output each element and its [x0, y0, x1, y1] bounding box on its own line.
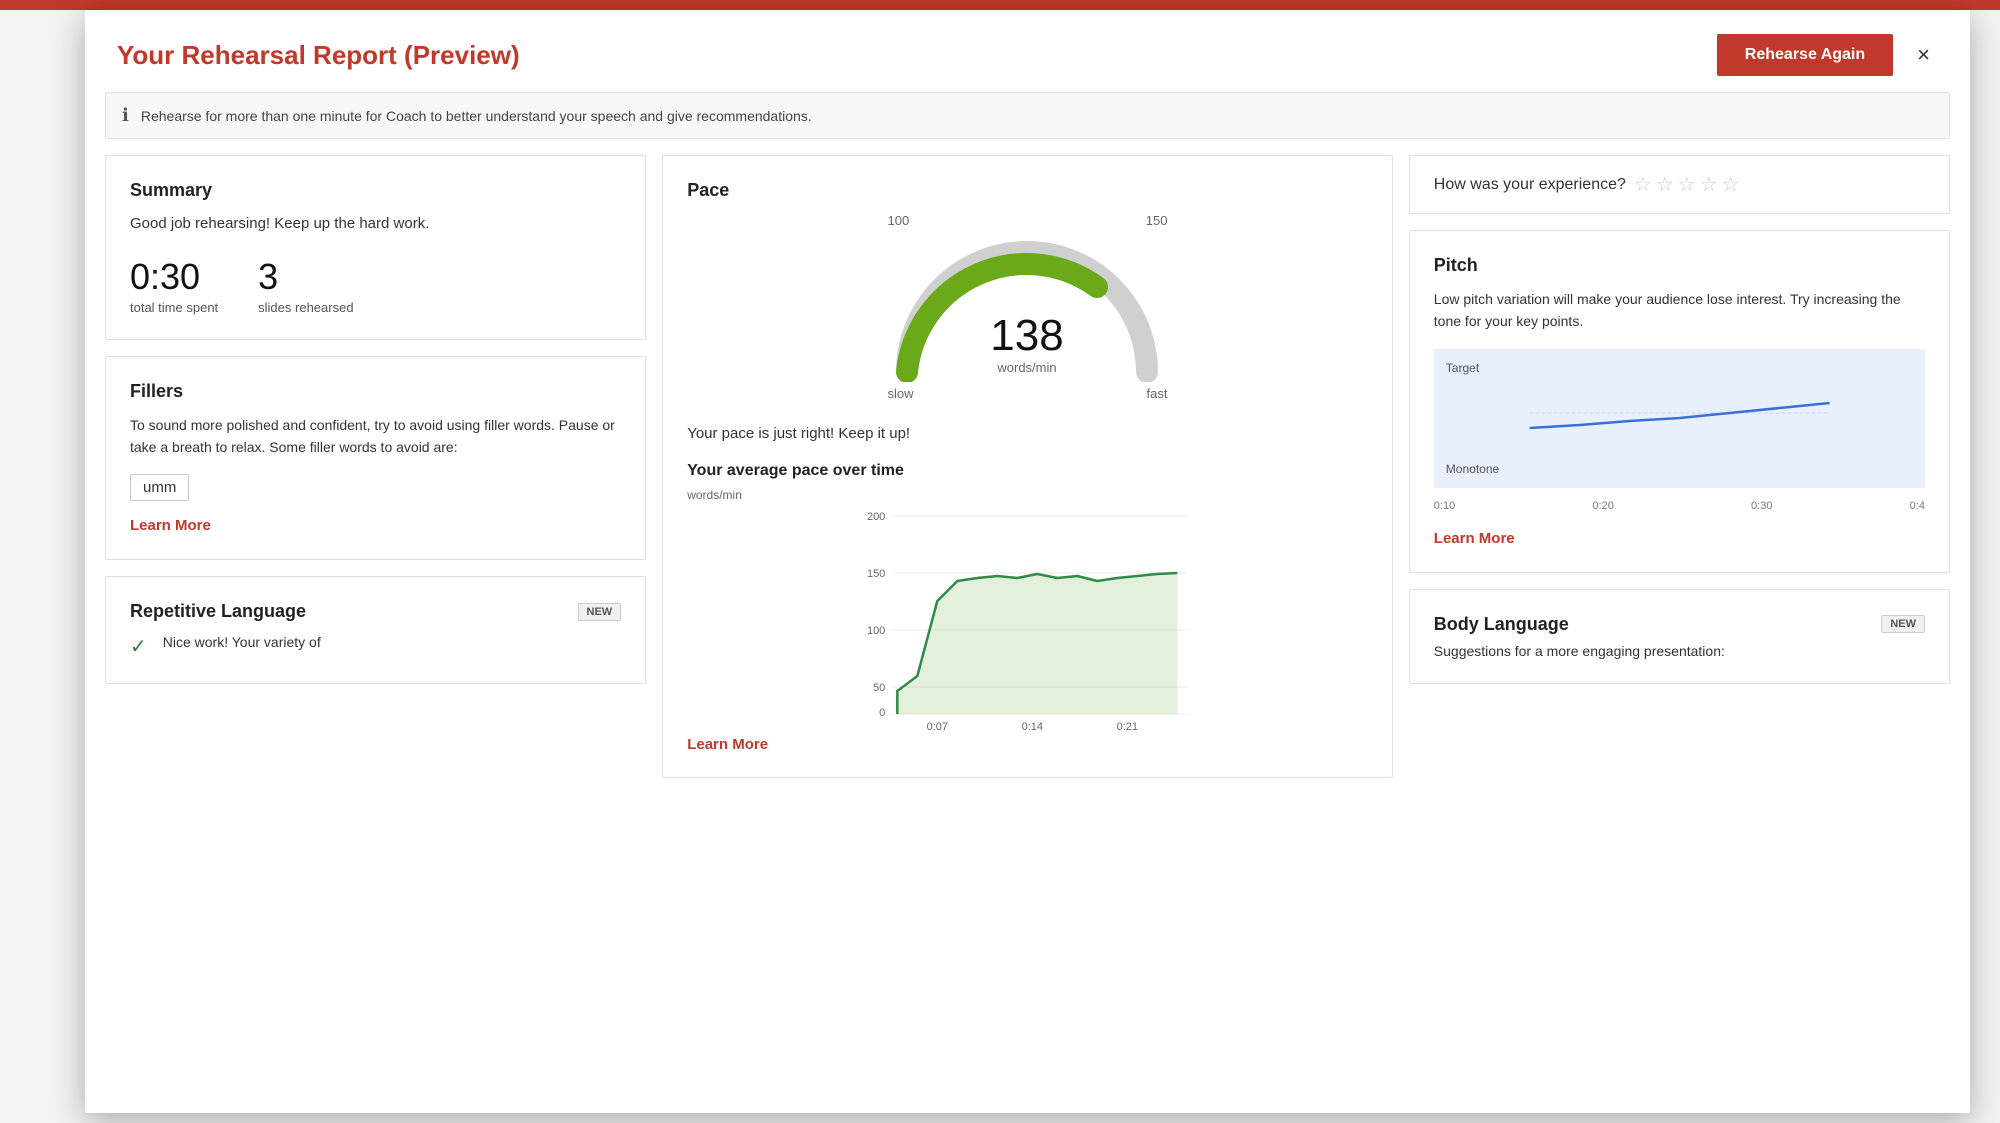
svg-text:100: 100 [867, 625, 885, 637]
rep-content: ✓ Nice work! Your variety of [130, 634, 621, 659]
experience-card: How was your experience? ☆ ☆ ☆ ☆ ☆ [1409, 155, 1950, 214]
gauge-label-150: 150 [1146, 213, 1168, 228]
rehearse-again-button[interactable]: Rehearse Again [1717, 34, 1893, 76]
body-lang-badge: NEW [1881, 615, 1925, 633]
pitch-description: Low pitch variation will make your audie… [1434, 288, 1925, 333]
rep-lang-description: Nice work! Your variety of [163, 634, 321, 650]
gauge-labels: 100 150 [887, 213, 1167, 228]
star-3[interactable]: ☆ [1678, 172, 1696, 197]
svg-text:200: 200 [867, 511, 885, 523]
stars-container: ☆ ☆ ☆ ☆ ☆ [1634, 172, 1740, 197]
check-icon: ✓ [130, 634, 147, 659]
pace-card: Pace 100 150 138 words/min [662, 155, 1393, 778]
pitch-svg [1446, 383, 1913, 453]
pitch-title: Pitch [1434, 255, 1925, 276]
svg-text:0:14: 0:14 [1022, 721, 1043, 733]
pace-title: Pace [687, 180, 1368, 201]
pace-learn-more[interactable]: Learn More [687, 736, 1368, 753]
gauge-svg: 138 words/min [887, 232, 1167, 382]
time-value: 0:30 [130, 256, 218, 298]
summary-stats: 0:30 total time spent 3 slides rehearsed [130, 256, 621, 315]
svg-text:0: 0 [879, 707, 885, 719]
info-icon: ℹ [122, 105, 129, 126]
pitch-time-1: 0:10 [1434, 500, 1455, 512]
svg-text:words/min: words/min [997, 360, 1057, 375]
gauge-slow: slow [887, 386, 913, 401]
slides-value: 3 [258, 256, 353, 298]
pitch-learn-more[interactable]: Learn More [1434, 530, 1515, 547]
summary-description: Good job rehearsing! Keep up the hard wo… [130, 213, 621, 236]
time-label: total time spent [130, 300, 218, 315]
rep-lang-header: Repetitive Language NEW [130, 601, 621, 622]
pitch-target-label: Target [1446, 361, 1913, 375]
summary-card: Summary Good job rehearsing! Keep up the… [105, 155, 646, 340]
summary-title: Summary [130, 180, 621, 201]
pitch-card: Pitch Low pitch variation will make your… [1409, 230, 1950, 573]
star-4[interactable]: ☆ [1700, 172, 1718, 197]
star-2[interactable]: ☆ [1656, 172, 1674, 197]
pitch-time-4: 0:4 [1910, 500, 1925, 512]
fillers-title: Fillers [130, 381, 621, 402]
body-lang-description: Suggestions for a more engaging presenta… [1434, 643, 1925, 659]
pitch-monotone-label: Monotone [1446, 462, 1913, 476]
left-column: Summary Good job rehearsing! Keep up the… [105, 155, 646, 778]
filler-word: umm [130, 474, 189, 501]
experience-question: How was your experience? [1434, 176, 1626, 194]
modal-header: Your Rehearsal Report (Preview) Rehearse… [85, 10, 1970, 92]
chart-y-label: words/min [687, 488, 1368, 502]
info-banner: ℹ Rehearse for more than one minute for … [105, 92, 1950, 139]
fillers-learn-more[interactable]: Learn More [130, 517, 211, 534]
svg-text:150: 150 [867, 568, 885, 580]
right-column: How was your experience? ☆ ☆ ☆ ☆ ☆ Pitch… [1409, 155, 1950, 778]
rehearsal-report-modal: Your Rehearsal Report (Preview) Rehearse… [85, 10, 1970, 1113]
svg-text:0:07: 0:07 [927, 721, 948, 733]
modal-title: Your Rehearsal Report (Preview) [117, 40, 520, 71]
pace-description: Your pace is just right! Keep it up! [687, 425, 1368, 442]
pace-chart-title: Your average pace over time [687, 462, 1368, 480]
body-lang-header: Body Language NEW [1434, 614, 1925, 635]
pitch-chart: Target Monotone [1434, 349, 1925, 488]
pace-chart: 200 150 100 50 0 [687, 506, 1368, 736]
svg-text:0:21: 0:21 [1117, 721, 1138, 733]
ppt-top-bar [0, 0, 2000, 10]
fillers-card: Fillers To sound more polished and confi… [105, 356, 646, 561]
cards-grid: Summary Good job rehearsing! Keep up the… [105, 155, 1950, 778]
pace-chart-svg: 200 150 100 50 0 [687, 506, 1368, 736]
gauge-fast: fast [1147, 386, 1168, 401]
repetitive-language-card: Repetitive Language NEW ✓ Nice work! You… [105, 576, 646, 684]
close-button[interactable]: × [1909, 38, 1938, 72]
header-actions: Rehearse Again × [1717, 34, 1938, 76]
fillers-description: To sound more polished and confident, tr… [130, 414, 621, 459]
pitch-time-3: 0:30 [1751, 500, 1772, 512]
info-text: Rehearse for more than one minute for Co… [141, 108, 812, 124]
slides-label: slides rehearsed [258, 300, 353, 315]
gauge-label-100: 100 [887, 213, 909, 228]
gauge-container: 100 150 138 words/min slow fast [687, 213, 1368, 401]
svg-text:50: 50 [873, 682, 885, 694]
star-1[interactable]: ☆ [1634, 172, 1652, 197]
rep-lang-badge: NEW [578, 603, 622, 621]
modal-content: Summary Good job rehearsing! Keep up the… [85, 155, 1970, 1113]
pitch-time-2: 0:20 [1592, 500, 1613, 512]
star-5[interactable]: ☆ [1722, 172, 1740, 197]
time-stat: 0:30 total time spent [130, 256, 218, 315]
slides-stat: 3 slides rehearsed [258, 256, 353, 315]
body-lang-title: Body Language [1434, 614, 1569, 635]
body-language-card: Body Language NEW Suggestions for a more… [1409, 589, 1950, 684]
rep-lang-title: Repetitive Language [130, 601, 306, 622]
svg-text:138: 138 [991, 311, 1064, 360]
pace-speed-labels: slow fast [887, 386, 1167, 401]
pitch-time-labels: 0:10 0:20 0:30 0:4 [1434, 500, 1925, 512]
